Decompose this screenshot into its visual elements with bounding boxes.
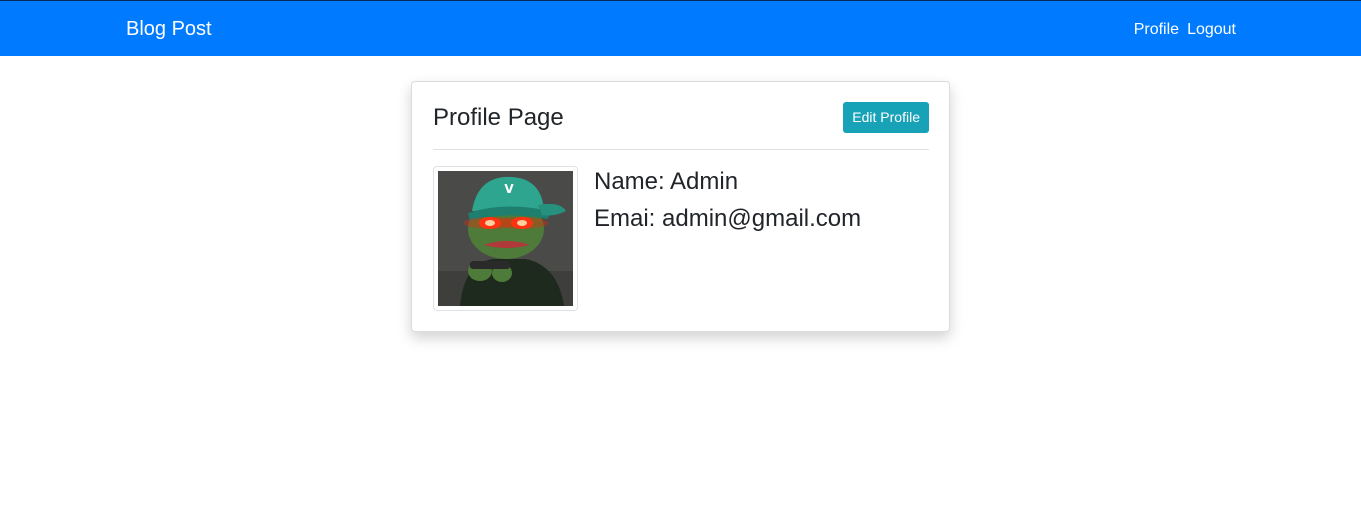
profile-card: Profile Page Edit Profile V Name: Admin … (411, 81, 950, 332)
name-value: Admin (670, 168, 739, 195)
nav-links: Profile Logout (1134, 21, 1236, 39)
nav-profile-link[interactable]: Profile (1134, 21, 1179, 39)
card-header: Profile Page Edit Profile (433, 82, 929, 150)
name-row: Name: Admin (594, 168, 861, 205)
top-navbar: Blog Post Profile Logout (0, 0, 1361, 56)
nav-logout-link[interactable]: Logout (1187, 21, 1236, 39)
svg-text:V: V (504, 182, 514, 196)
edit-profile-button[interactable]: Edit Profile (843, 102, 929, 133)
page-title: Profile Page (433, 104, 564, 131)
email-label: Emai: (594, 205, 656, 232)
email-row: Emai: admin@gmail.com (594, 205, 861, 242)
pepe-frog-avatar-icon: V (438, 171, 573, 306)
email-value: admin@gmail.com (662, 205, 862, 232)
avatar: V (433, 166, 578, 311)
brand-link[interactable]: Blog Post (126, 18, 212, 41)
profile-info: Name: Admin Emai: admin@gmail.com (594, 168, 861, 242)
name-label: Name: (594, 168, 665, 195)
